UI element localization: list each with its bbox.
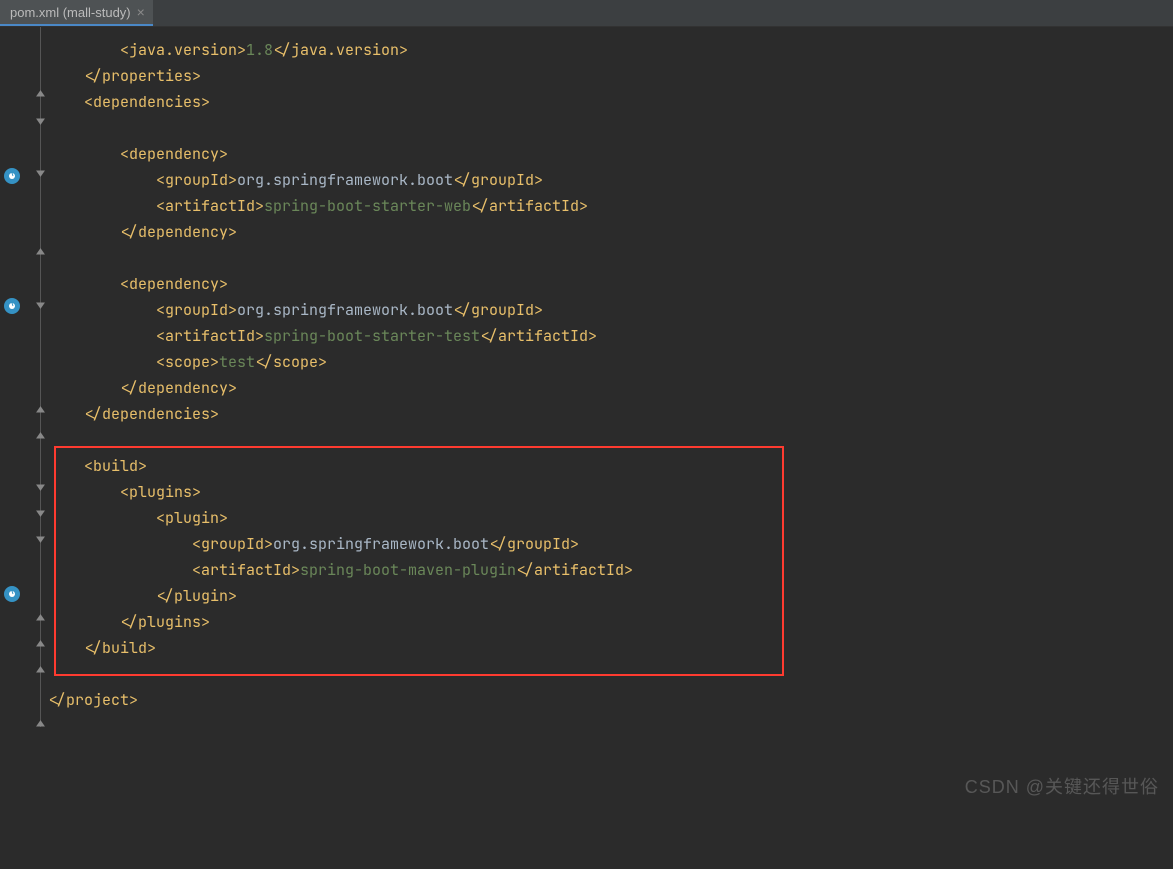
bean-icon[interactable] bbox=[4, 168, 20, 184]
code-line[interactable]: <scope>test</scope> bbox=[48, 349, 1173, 375]
fold-expand-icon[interactable] bbox=[35, 246, 46, 257]
code-line[interactable]: <plugin> bbox=[48, 505, 1173, 531]
code-line[interactable]: <groupId>org.springframework.boot</group… bbox=[48, 297, 1173, 323]
code-line[interactable] bbox=[48, 843, 1173, 869]
watermark: CSDN @关键还得世俗 bbox=[965, 773, 1159, 799]
tab-label: pom.xml (mall-study) bbox=[10, 5, 131, 20]
fold-expand-icon[interactable] bbox=[35, 404, 46, 415]
fold-collapse-icon[interactable] bbox=[35, 300, 46, 311]
code-line[interactable]: <dependencies> bbox=[48, 89, 1173, 115]
code-line[interactable]: <groupId>org.springframework.boot</group… bbox=[48, 167, 1173, 193]
close-icon[interactable]: × bbox=[137, 4, 145, 20]
code-line[interactable]: <groupId>org.springframework.boot</group… bbox=[48, 531, 1173, 557]
fold-column bbox=[35, 27, 47, 815]
code-line[interactable] bbox=[48, 661, 1173, 687]
code-line[interactable] bbox=[48, 713, 1173, 739]
editor-tab[interactable]: pom.xml (mall-study) × bbox=[0, 0, 153, 26]
fold-collapse-icon[interactable] bbox=[35, 508, 46, 519]
code-line[interactable] bbox=[48, 427, 1173, 453]
code-line[interactable] bbox=[48, 115, 1173, 141]
code-line[interactable]: </properties> bbox=[48, 63, 1173, 89]
editor: <java.version>1.8</java.version> </prope… bbox=[0, 27, 1173, 815]
code-line[interactable]: </build> bbox=[48, 635, 1173, 661]
bean-icon[interactable] bbox=[4, 586, 20, 602]
code-line[interactable]: </plugin> bbox=[48, 583, 1173, 609]
code-line[interactable]: <build> bbox=[48, 453, 1173, 479]
fold-expand-icon[interactable] bbox=[35, 718, 46, 729]
fold-expand-icon[interactable] bbox=[35, 430, 46, 441]
code-line[interactable]: </project> bbox=[48, 687, 1173, 713]
fold-collapse-icon[interactable] bbox=[35, 116, 46, 127]
code-line[interactable]: <dependency> bbox=[48, 271, 1173, 297]
code-line[interactable] bbox=[48, 245, 1173, 271]
fold-expand-icon[interactable] bbox=[35, 638, 46, 649]
code-line[interactable]: <artifactId>spring-boot-maven-plugin</ar… bbox=[48, 557, 1173, 583]
fold-collapse-icon[interactable] bbox=[35, 534, 46, 545]
code-line[interactable]: <java.version>1.8</java.version> bbox=[48, 37, 1173, 63]
fold-collapse-icon[interactable] bbox=[35, 482, 46, 493]
code-line[interactable]: <artifactId>spring-boot-starter-web</art… bbox=[48, 193, 1173, 219]
code-line[interactable]: </dependency> bbox=[48, 375, 1173, 401]
code-line[interactable]: <artifactId>spring-boot-starter-test</ar… bbox=[48, 323, 1173, 349]
code-line[interactable]: </dependency> bbox=[48, 219, 1173, 245]
code-line[interactable]: <plugins> bbox=[48, 479, 1173, 505]
fold-expand-icon[interactable] bbox=[35, 612, 46, 623]
code-line[interactable]: </dependencies> bbox=[48, 401, 1173, 427]
code-line[interactable] bbox=[48, 817, 1173, 843]
tab-bar: pom.xml (mall-study) × bbox=[0, 0, 1173, 27]
fold-expand-icon[interactable] bbox=[35, 88, 46, 99]
code-area[interactable]: <java.version>1.8</java.version> </prope… bbox=[48, 27, 1173, 815]
code-line[interactable] bbox=[48, 739, 1173, 765]
fold-collapse-icon[interactable] bbox=[35, 168, 46, 179]
code-line[interactable]: </plugins> bbox=[48, 609, 1173, 635]
gutter bbox=[0, 27, 48, 815]
bean-icon[interactable] bbox=[4, 298, 20, 314]
code-line[interactable]: <dependency> bbox=[48, 141, 1173, 167]
fold-expand-icon[interactable] bbox=[35, 664, 46, 675]
